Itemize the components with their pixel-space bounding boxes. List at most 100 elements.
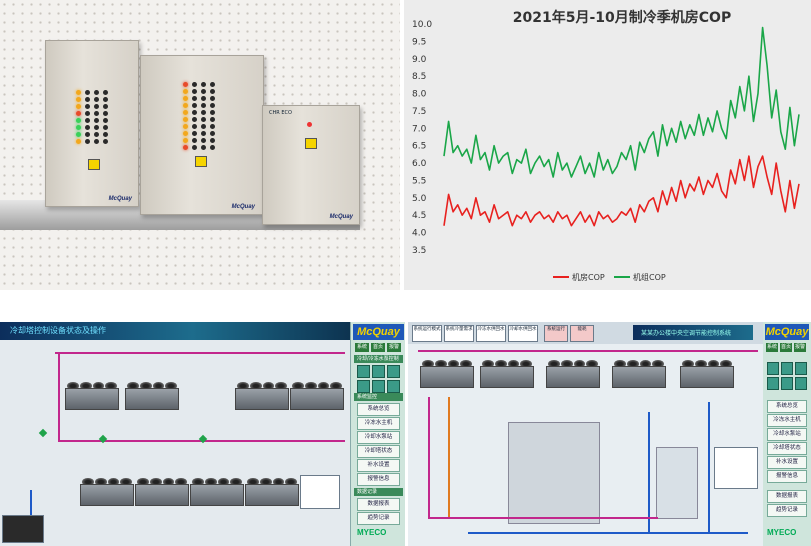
indicator-light	[76, 132, 81, 137]
hmi-side-menu: McQuay 系统 首页 报警 系统总览 冷冻水主机 冷却水泵站 冷却塔状态 补…	[763, 322, 811, 546]
indicator-light	[76, 139, 81, 144]
pump-button[interactable]	[767, 377, 779, 390]
cooling-tower-unit[interactable]	[420, 360, 474, 388]
footer-logo: MYECO	[357, 528, 387, 537]
y-tick-label: 7.0	[412, 124, 427, 134]
cooling-tower-unit[interactable]	[290, 382, 344, 410]
footer-logo: MYECO	[767, 528, 797, 537]
tab-alarm[interactable]: 报警	[794, 343, 806, 352]
switch-knob	[85, 125, 90, 130]
switch-knob	[192, 89, 197, 94]
menu-trend-record[interactable]: 趋势记录	[767, 504, 807, 517]
switch-knob	[103, 118, 108, 123]
cooling-tower-unit[interactable]	[125, 382, 179, 410]
cooling-tower-unit[interactable]	[680, 360, 734, 388]
pump-button[interactable]	[387, 365, 400, 378]
chiller-bank[interactable]	[508, 422, 600, 524]
menu-chiller[interactable]: 冷冻水主机	[767, 414, 807, 427]
pump-button[interactable]	[387, 380, 400, 393]
menu-system-overview[interactable]: 系统总览	[357, 403, 400, 416]
tab-system[interactable]: 系统	[766, 343, 778, 352]
legend-label-room: 机房COP	[572, 272, 605, 282]
valve-icon[interactable]	[38, 428, 48, 438]
y-tick-label: 6.0	[412, 159, 427, 169]
pump-button[interactable]	[372, 380, 385, 393]
switch-knob	[201, 89, 206, 94]
cabinet-photo: McQuay McQuay CHR ECO McQuay	[0, 0, 400, 290]
pump-button[interactable]	[795, 362, 807, 375]
hmi-cooling-tower-screen: 冷却塔控制设备状态及操作 McQuay 系统 首页 报警 冷却/冷冻水泵控制 系…	[0, 322, 405, 546]
tab-home[interactable]: 首页	[371, 343, 385, 352]
cooling-tower-unit[interactable]	[135, 478, 189, 506]
switch-knob	[94, 97, 99, 102]
legend-label-unit: 机组COP	[633, 272, 666, 282]
menu-alarm-info[interactable]: 报警信息	[767, 470, 807, 483]
tab-alarm[interactable]: 报警	[387, 343, 401, 352]
switch-knob	[94, 139, 99, 144]
switch-knob	[201, 145, 206, 150]
hot-water-pipe	[55, 352, 345, 354]
tab-home[interactable]: 首页	[780, 343, 792, 352]
switch-knob	[85, 90, 90, 95]
info-panel	[714, 447, 758, 489]
menu-cooling-tower[interactable]: 冷却塔状态	[357, 445, 400, 458]
switch-knob	[210, 145, 215, 150]
hmi-system-overview-screen: 系统运行模式 系统冷量需求 冷冻水供回水 冷却水供回水 系统运行 能耗 某某办公…	[408, 322, 763, 546]
indicator-light	[76, 104, 81, 109]
pump-button[interactable]	[372, 365, 385, 378]
cabinet-label: CHR ECO	[269, 110, 292, 116]
indicator-light	[76, 118, 81, 123]
y-tick-label: 8.5	[412, 72, 426, 82]
switch-knob	[85, 104, 90, 109]
cooling-tower-unit[interactable]	[190, 478, 244, 506]
pump-button[interactable]	[767, 362, 779, 375]
pump-station[interactable]	[656, 447, 698, 519]
control-cabinet-3: CHR ECO McQuay	[262, 105, 360, 225]
menu-makeup-water[interactable]: 补水设置	[357, 459, 400, 472]
switch-knob	[201, 117, 206, 122]
cabinet-brand-3: McQuay	[329, 214, 353, 220]
menu-makeup-water[interactable]: 补水设置	[767, 456, 807, 469]
cop-chart: 2021年5月-10月制冷季机房COP 10.0 9.5 9.0 8.5 8.0 7.5 7…	[404, 0, 811, 290]
menu-cooling-pump[interactable]: 冷却水泵站	[357, 431, 400, 444]
warning-sticker-icon	[195, 156, 207, 167]
switch-knob	[210, 89, 215, 94]
riser-pipe	[58, 352, 60, 442]
cooling-tower-unit[interactable]	[480, 360, 534, 388]
menu-data-report[interactable]: 数据报表	[767, 490, 807, 503]
cabinet-brand-2: McQuay	[231, 204, 255, 210]
brand-logo: McQuay	[353, 324, 404, 340]
indicator-light	[183, 124, 188, 129]
cooling-tower-unit[interactable]	[235, 382, 289, 410]
menu-trend-record[interactable]: 趋势记录	[357, 512, 400, 525]
pump-button[interactable]	[357, 380, 370, 393]
cooling-tower-unit[interactable]	[65, 382, 119, 410]
pump-button[interactable]	[781, 377, 793, 390]
menu-cooling-pump[interactable]: 冷却水泵站	[767, 428, 807, 441]
menu-alarm-info[interactable]: 报警信息	[357, 473, 400, 486]
cooling-tower-unit[interactable]	[612, 360, 666, 388]
cooling-tower-unit[interactable]	[245, 478, 299, 506]
pump-button[interactable]	[781, 362, 793, 375]
menu-system-overview[interactable]: 系统总览	[767, 400, 807, 413]
indicator-light	[76, 125, 81, 130]
pump-button[interactable]	[357, 365, 370, 378]
switch-knob	[210, 138, 215, 143]
menu-data-report[interactable]: 数据报表	[357, 498, 400, 511]
status-panel	[2, 515, 44, 543]
cabinet-brand-1: McQuay	[108, 196, 132, 202]
chilled-water-pipe	[648, 412, 650, 532]
y-tick-label: 5.0	[412, 194, 427, 204]
menu-chiller[interactable]: 冷冻水主机	[357, 417, 400, 430]
indicator-light	[183, 131, 188, 136]
status-box: 冷冻水供回水	[476, 325, 506, 342]
tab-system[interactable]: 系统	[355, 343, 369, 352]
cooling-tower-unit[interactable]	[546, 360, 600, 388]
indicator-light	[183, 96, 188, 101]
indicator-light	[183, 103, 188, 108]
pump-button[interactable]	[795, 377, 807, 390]
indicator-light	[76, 97, 81, 102]
cooling-tower-unit[interactable]	[80, 478, 134, 506]
menu-cooling-tower[interactable]: 冷却塔状态	[767, 442, 807, 455]
hmi-mid-title-bar: 某某办公楼中央空调节能控制系统	[633, 325, 753, 340]
